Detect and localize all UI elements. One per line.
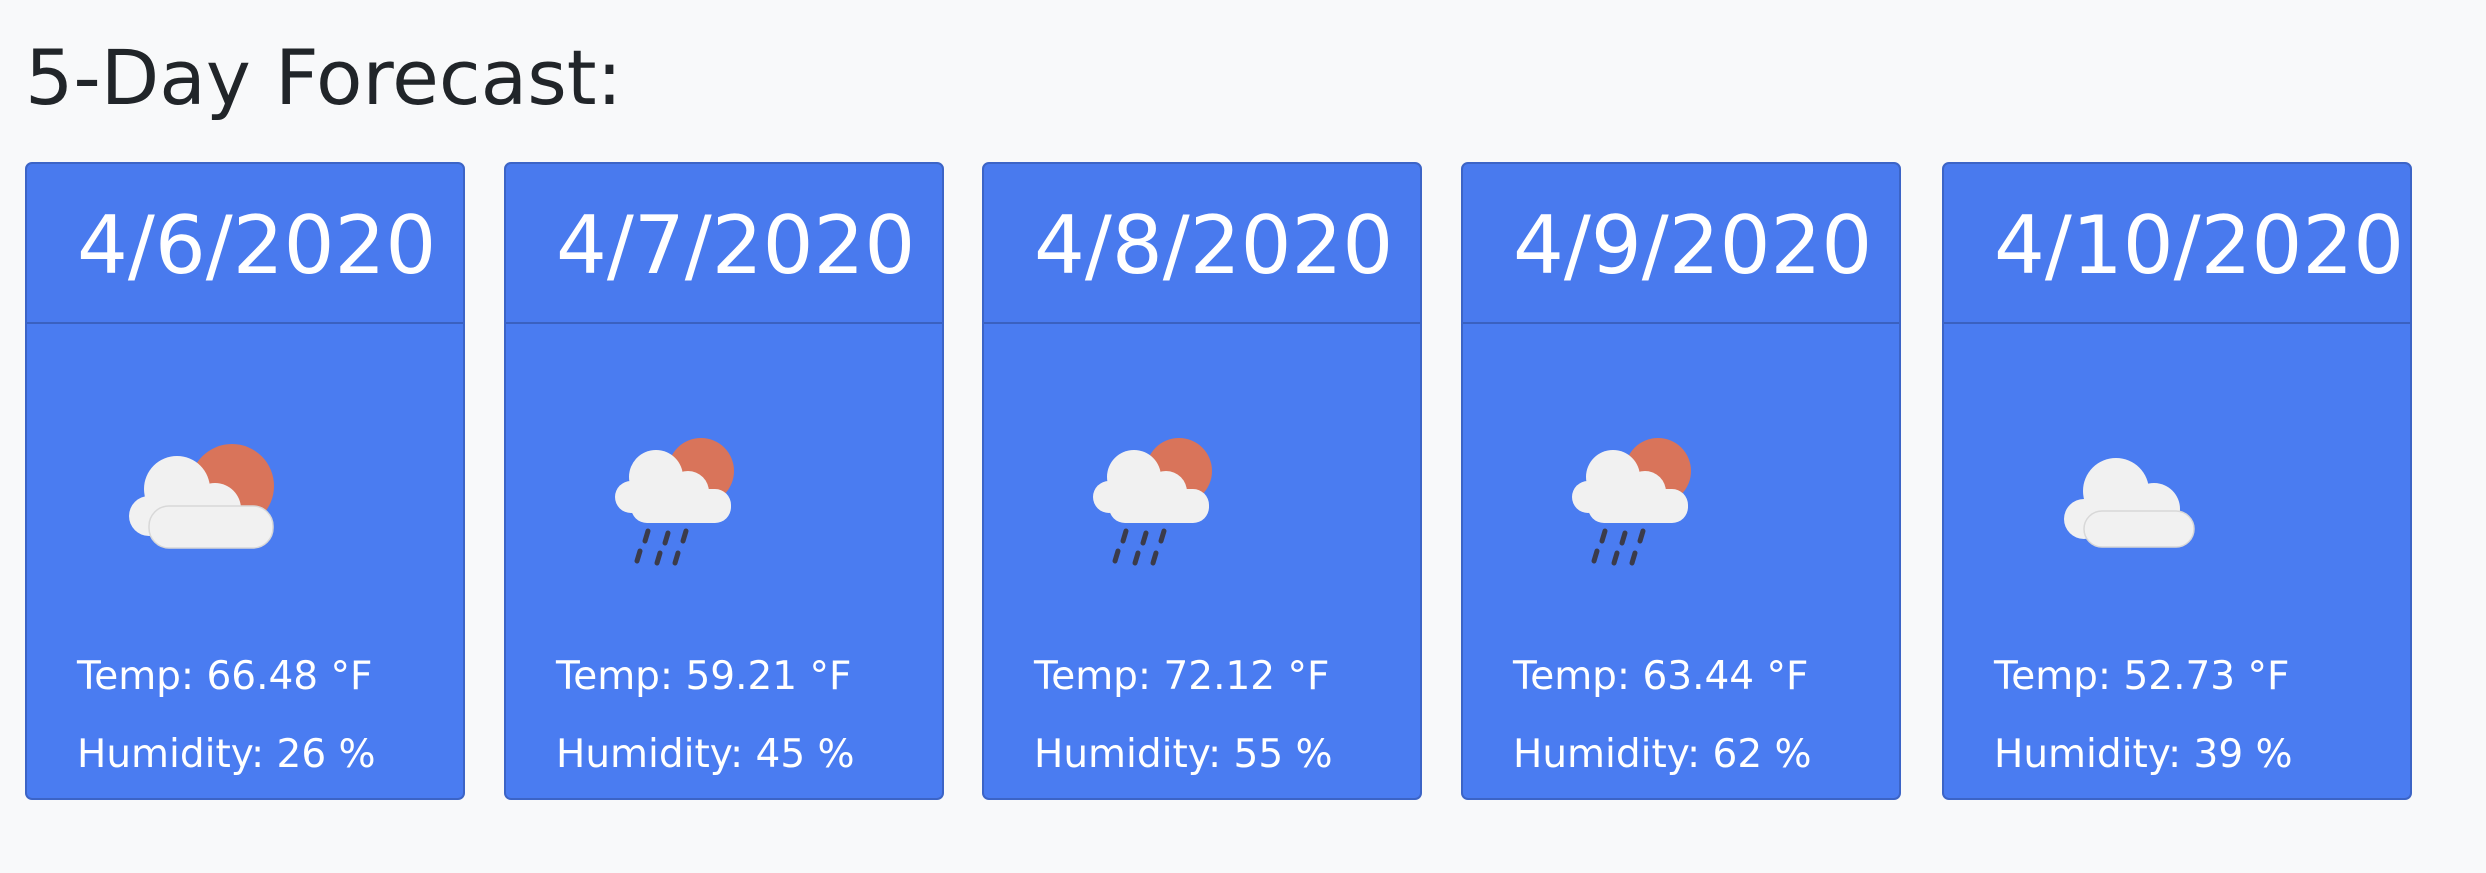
card-temp: Temp: 52.73 °F [1994,654,2290,699]
card-humidity: Humidity: 39 % [1994,732,2293,777]
card-header: 4/6/2020 [27,164,463,324]
card-temp: Temp: 66.48 °F [77,654,373,699]
forecast-card-day-3: 4/8/2020 Temp: 72.12 °F Humidity: 55 % [982,162,1422,800]
card-date: 4/9/2020 [1513,199,1873,292]
forecast-title: 5-Day Forecast: [25,33,623,122]
rain-with-sun-icon [1572,438,1691,566]
rain-with-sun-icon [1093,438,1212,566]
card-date: 4/8/2020 [1034,199,1394,292]
card-header: 4/10/2020 [1944,164,2410,324]
forecast-card-day-4: 4/9/2020 Temp: 63.44 °F Humidity: 62 % [1461,162,1901,800]
forecast-card-day-5: 4/10/2020 Temp: 52.73 °F Humidity: 39 % [1942,162,2412,800]
card-header: 4/8/2020 [984,164,1420,324]
cloud-icon [2064,458,2195,548]
rain-with-sun-icon [615,438,734,566]
card-header: 4/9/2020 [1463,164,1899,324]
card-date: 4/10/2020 [1994,199,2405,292]
card-humidity: Humidity: 26 % [77,732,376,777]
partly-cloudy-day-icon [129,444,274,549]
card-header: 4/7/2020 [506,164,942,324]
card-humidity: Humidity: 55 % [1034,732,1333,777]
card-date: 4/7/2020 [556,199,916,292]
forecast-card-day-2: 4/7/2020 Temp: 59.21 °F Humidity: 45 % [504,162,944,800]
card-temp: Temp: 59.21 °F [556,654,852,699]
card-humidity: Humidity: 45 % [556,732,855,777]
card-temp: Temp: 72.12 °F [1034,654,1330,699]
forecast-card-day-1: 4/6/2020 Temp: 66.48 °F Humidity: 26 % [25,162,465,800]
card-humidity: Humidity: 62 % [1513,732,1812,777]
card-temp: Temp: 63.44 °F [1513,654,1809,699]
card-date: 4/6/2020 [77,199,437,292]
